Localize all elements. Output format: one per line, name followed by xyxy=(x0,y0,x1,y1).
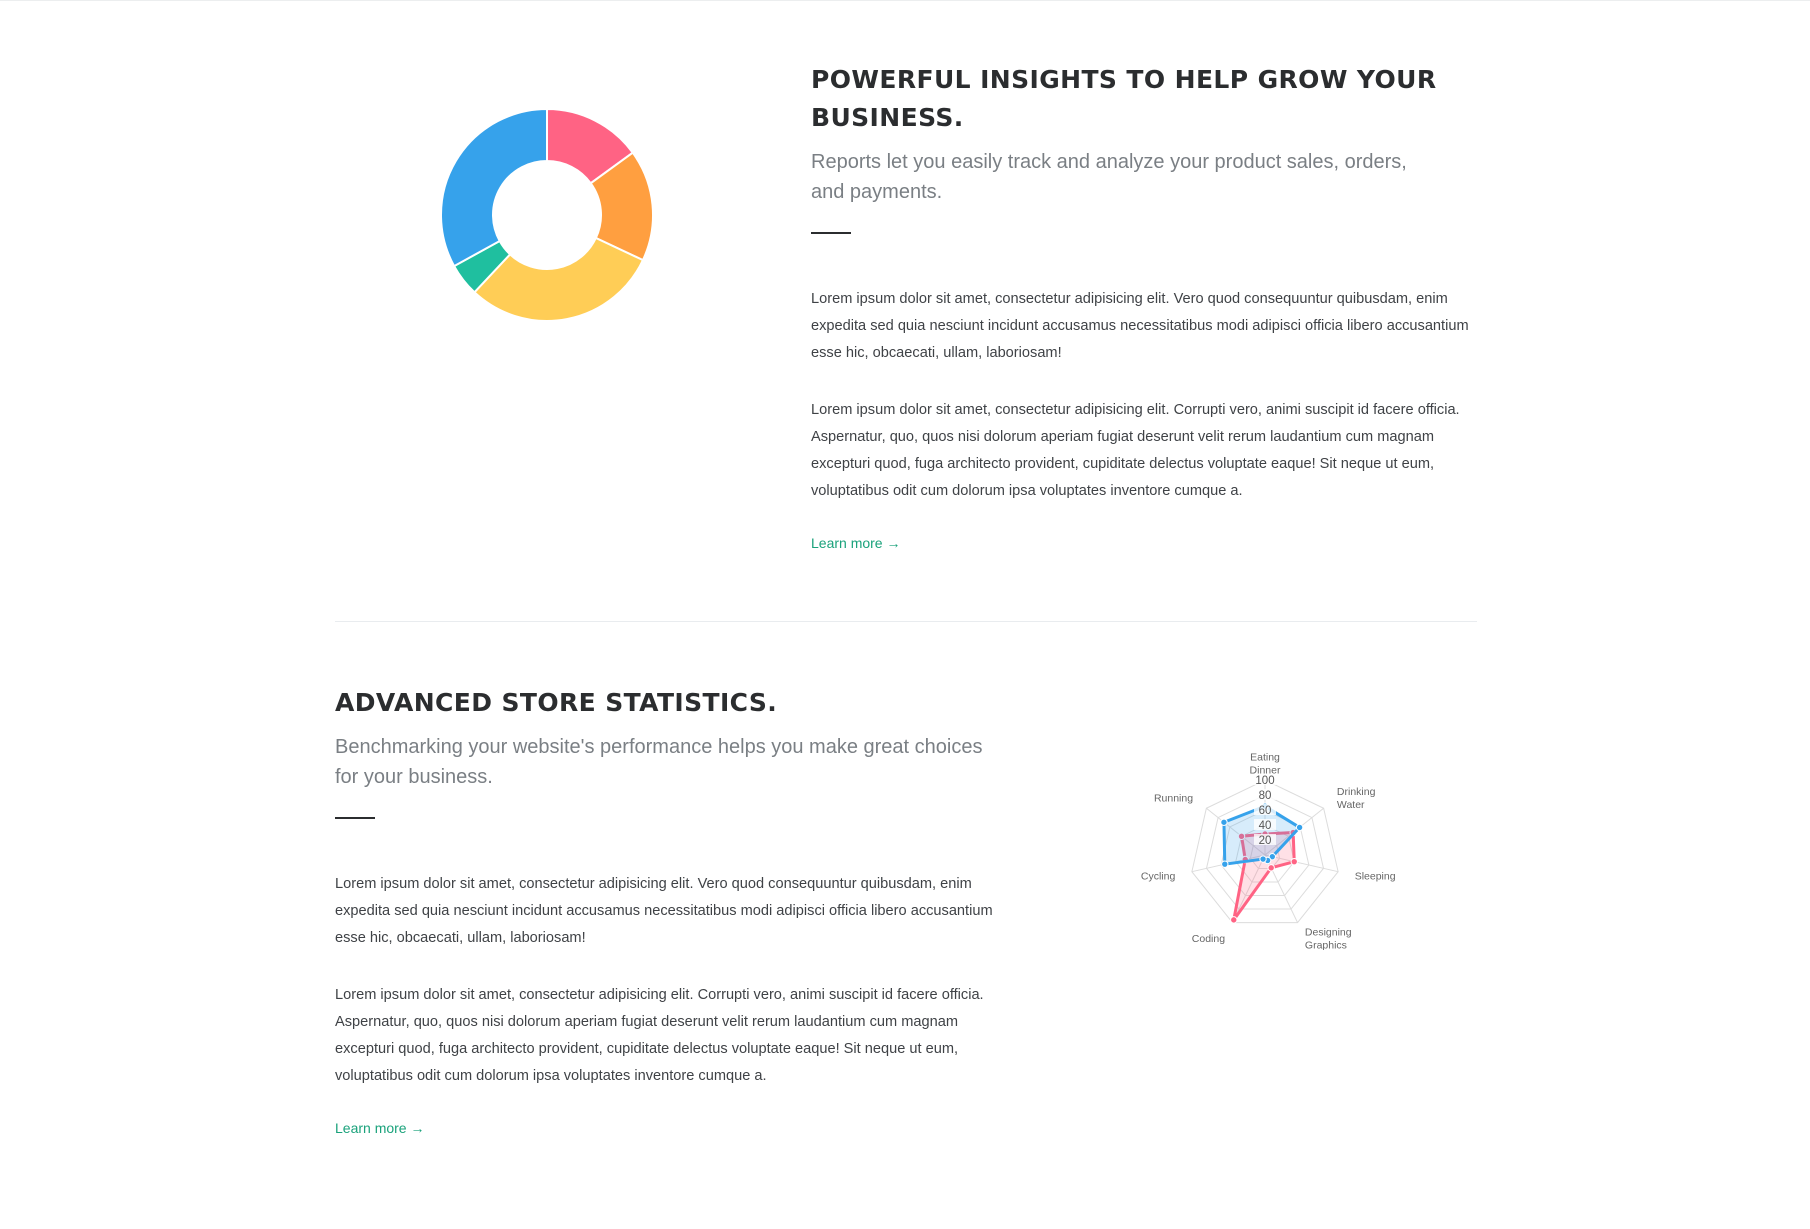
statistics-section: ADVANCED STORE STATISTICS. Benchmarking … xyxy=(335,684,1005,1138)
insights-learn-more-link[interactable]: Learn more → xyxy=(811,535,900,551)
radar-tick-label: 80 xyxy=(1259,790,1272,802)
insights-title: POWERFUL INSIGHTS TO HELP GROW YOUR BUSI… xyxy=(811,65,1437,132)
radar-tick-label: 60 xyxy=(1259,805,1272,817)
doughnut-chart-container xyxy=(436,104,658,326)
statistics-paragraph-1: Lorem ipsum dolor sit amet, consectetur … xyxy=(335,876,993,946)
radar-point xyxy=(1267,864,1275,872)
radar-category-label: Coding xyxy=(1192,933,1225,945)
statistics-title: ADVANCED STORE STATISTICS. xyxy=(335,688,778,717)
radar-category-label: Sleeping xyxy=(1355,870,1396,882)
doughnut-chart xyxy=(440,107,654,322)
statistics-subtitle: Benchmarking your website's performance … xyxy=(335,736,983,788)
statistics-paragraph-2: Lorem ipsum dolor sit amet, consectetur … xyxy=(335,987,984,1084)
radar-tick-label: 20 xyxy=(1259,835,1272,847)
radar-category-label: Eating Dinner xyxy=(1250,752,1281,777)
radar-category-label: Drinking Water xyxy=(1337,786,1376,811)
top-border xyxy=(0,0,1810,1)
radar-point xyxy=(1230,916,1238,924)
doughnut-slice xyxy=(440,107,548,268)
insights-paragraph-1: Lorem ipsum dolor sit amet, consectetur … xyxy=(811,291,1469,361)
section-divider xyxy=(335,621,1477,622)
insights-paragraph-2: Lorem ipsum dolor sit amet, consectetur … xyxy=(811,402,1460,499)
radar-tick-label: 40 xyxy=(1259,820,1272,832)
radar-point xyxy=(1295,823,1304,832)
radar-chart-container: 20 40 60 80 100 Eating Dinner Drinking Water Slee… xyxy=(1130,720,1400,952)
insights-subtitle: Reports let you easily track and analyze… xyxy=(811,151,1407,203)
radar-chart: 20 40 60 80 100Eating Dinner Drinking Water Slee… xyxy=(1141,752,1396,952)
radar-point xyxy=(1221,860,1229,868)
radar-tick-label: 100 xyxy=(1255,775,1274,787)
radar-point xyxy=(1220,818,1228,826)
statistics-learn-more-link[interactable]: Learn more → xyxy=(335,1120,424,1136)
insights-section: POWERFUL INSIGHTS TO HELP GROW YOUR BUSI… xyxy=(811,61,1481,553)
statistics-rule xyxy=(335,817,375,819)
radar-category-label: Cycling xyxy=(1141,870,1176,882)
radar-point xyxy=(1290,857,1298,866)
insights-rule xyxy=(811,232,851,234)
radar-point xyxy=(1259,855,1267,863)
radar-category-label: Running xyxy=(1154,793,1193,805)
radar-category-label: Designing Graphics xyxy=(1305,926,1352,950)
